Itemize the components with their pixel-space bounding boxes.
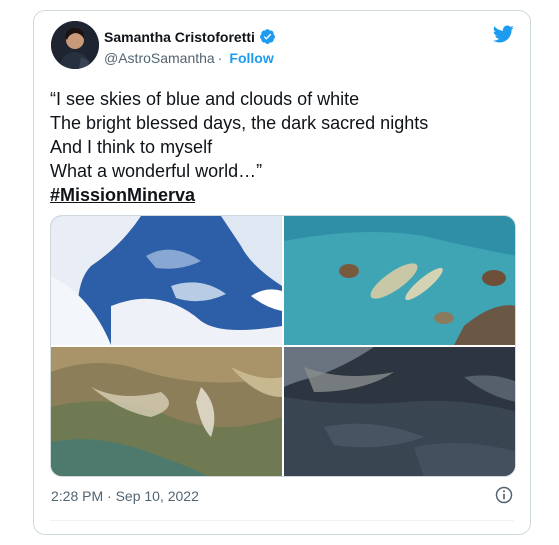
follow-button[interactable]: Follow	[229, 50, 273, 66]
author-handle[interactable]: @AstroSamantha	[104, 50, 215, 66]
media-grid	[50, 215, 516, 477]
avatar[interactable]	[51, 21, 99, 69]
verified-badge-icon	[259, 29, 275, 44]
author-row: Samantha Cristoforetti	[104, 28, 276, 45]
tweet-text: “I see skies of blue and clouds of white…	[50, 87, 510, 207]
photo-desert-terrain[interactable]	[51, 347, 282, 476]
tweet-text-line: What a wonderful world…”	[50, 161, 263, 181]
photo-earth-clouds-ocean[interactable]	[51, 216, 282, 345]
tweet-card: Samantha Cristoforetti @AstroSamantha · …	[33, 10, 531, 535]
timestamp[interactable]: 2:28 PM · Sep 10, 2022	[51, 488, 199, 504]
tweet-text-line: “I see skies of blue and clouds of white	[50, 89, 360, 109]
tweet-text-line: The bright blessed days, the dark sacred…	[50, 113, 429, 133]
tweet-text-line: And I think to myself	[50, 137, 213, 157]
author-name[interactable]: Samantha Cristoforetti	[104, 29, 255, 45]
info-icon[interactable]	[494, 485, 514, 505]
twitter-bird-icon[interactable]	[490, 23, 516, 45]
photo-turquoise-islands[interactable]	[284, 216, 515, 345]
handle-row: @AstroSamantha · Follow	[104, 50, 274, 66]
divider	[50, 520, 514, 521]
photo-dark-ocean-clouds[interactable]	[284, 347, 515, 476]
separator: ·	[217, 50, 223, 66]
hashtag-link[interactable]: #MissionMinerva	[50, 185, 195, 205]
